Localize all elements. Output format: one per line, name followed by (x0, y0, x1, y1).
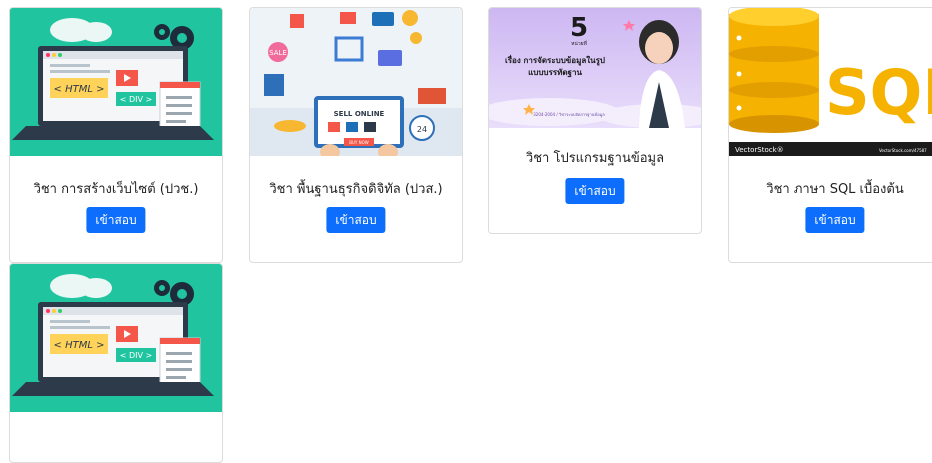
watermark-text: VectorStock® (735, 146, 784, 154)
course-card: < HTML > < DIV > วิชา การสร้างเว็บไซต์ (… (9, 7, 223, 263)
course-card: < HTML > < DIV > (9, 263, 223, 463)
enter-exam-button[interactable]: เข้าสอบ (86, 207, 146, 233)
html-tag-text: < HTML > (54, 340, 105, 351)
course-image-digital-business: SALE SELL ONLINE BUY NOW 24 (250, 8, 462, 156)
course-card: SALE SELL ONLINE BUY NOW 24 วิชา พื้นฐาน… (249, 7, 463, 263)
watermark-url-text: VectorStock.com/47587 (879, 148, 927, 153)
buy-now-text: BUY NOW (349, 140, 369, 145)
headline-line-2: แบบบรรทัดฐาน (528, 68, 582, 78)
course-image-sql: SQL VectorStock® VectorStock.com/47587 (729, 8, 932, 156)
div-tag-text: < DIV > (120, 95, 152, 104)
course-image-database: 5 หน่วยที่ เรื่อง การจัดระบบข้อมูลในรูป … (489, 8, 701, 128)
course-title: วิชา ภาษา SQL เบื้องต้น (766, 182, 904, 197)
sql-word-text: SQL (825, 56, 932, 129)
div-tag-text: < DIV > (120, 351, 152, 360)
course-image-web: < HTML > < DIV > (10, 8, 222, 156)
course-title: วิชา พื้นฐานธุรกิจดิจิทัล (ปวส.) (269, 182, 443, 197)
headline-line-1: เรื่อง การจัดระบบข้อมูลในรูป (505, 54, 605, 66)
enter-exam-button[interactable]: เข้าสอบ (565, 178, 625, 204)
clock-24-text: 24 (417, 125, 427, 134)
course-title: วิชา โปรแกรมฐานข้อมูล (525, 151, 665, 166)
sale-badge-text: SALE (269, 49, 287, 57)
course-title: วิชา การสร้างเว็บไซต์ (ปวช.) (33, 182, 199, 197)
course-card: 5 หน่วยที่ เรื่อง การจัดระบบข้อมูลในรูป … (488, 7, 702, 234)
enter-exam-button[interactable]: เข้าสอบ (326, 207, 386, 233)
course-card: SQL VectorStock® VectorStock.com/47587 ว… (728, 7, 932, 263)
enter-exam-button[interactable]: เข้าสอบ (805, 207, 865, 233)
course-image-web: < HTML > < DIV > (10, 264, 222, 412)
unit-number-text: 5 (570, 13, 588, 43)
sell-online-text: SELL ONLINE (334, 110, 385, 118)
html-tag-text: < HTML > (54, 84, 105, 95)
unit-label-text: หน่วยที่ (571, 40, 587, 47)
